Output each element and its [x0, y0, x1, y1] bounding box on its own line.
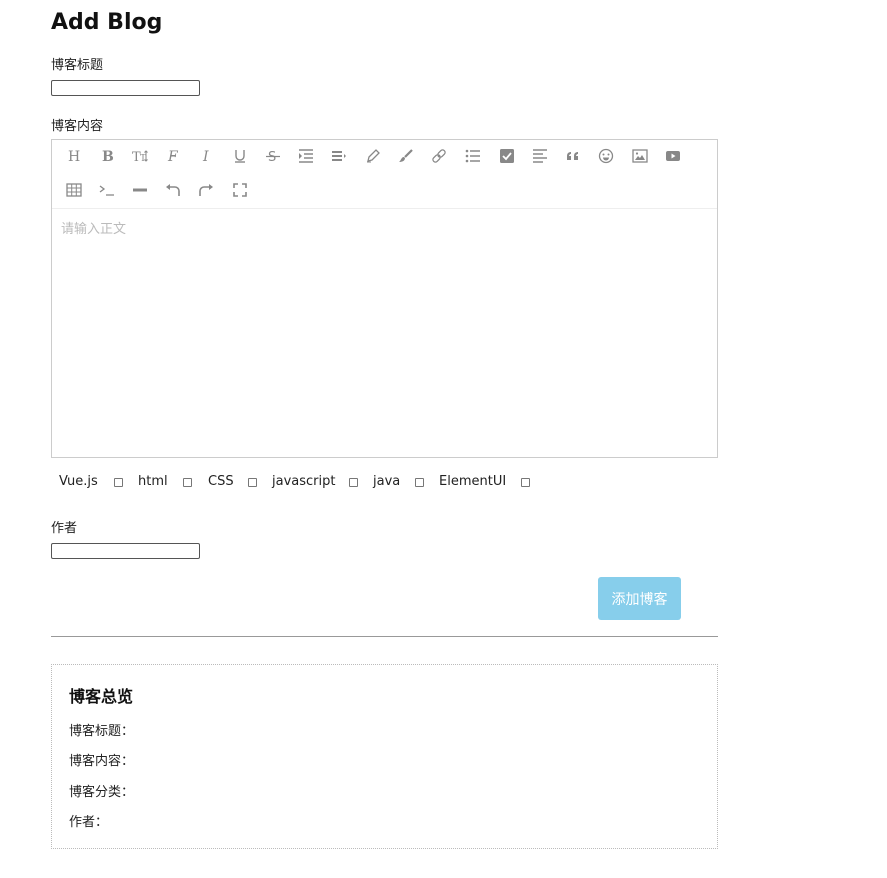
category-label-html: html	[138, 474, 168, 489]
table-icon[interactable]	[60, 177, 88, 203]
category-label-vuejs: Vue.js	[59, 474, 98, 489]
title-input[interactable]	[51, 80, 200, 96]
editor-content-placeholder[interactable]: 请输入正文	[61, 218, 126, 237]
title-label: 博客标题	[51, 58, 104, 73]
category-checkbox-css[interactable]	[248, 478, 257, 487]
category-checkbox-elementui[interactable]	[521, 478, 530, 487]
preview-category-line: 博客分类：	[69, 785, 135, 800]
underline-icon[interactable]	[226, 143, 254, 169]
brush-bg-color-icon[interactable]	[392, 143, 420, 169]
font-size-icon[interactable]: TT	[126, 143, 154, 169]
image-icon[interactable]	[626, 143, 654, 169]
italic-icon[interactable]: I	[192, 143, 220, 169]
category-label-elementui: ElementUI	[439, 474, 507, 489]
heading-icon[interactable]: H	[60, 143, 88, 169]
indent-icon[interactable]	[292, 143, 320, 169]
author-label: 作者	[51, 521, 78, 536]
preview-content-line: 博客内容：	[69, 754, 135, 769]
emoji-icon[interactable]	[592, 143, 620, 169]
svg-text:T: T	[140, 154, 146, 164]
category-label-java: java	[373, 474, 401, 489]
preview-heading: 博客总览	[69, 687, 134, 706]
bold-icon[interactable]: B	[93, 143, 121, 169]
category-checkbox-java[interactable]	[415, 478, 424, 487]
undo-icon[interactable]	[159, 177, 187, 203]
strikethrough-icon[interactable]: S	[259, 143, 287, 169]
pen-color-icon[interactable]	[359, 143, 387, 169]
author-input[interactable]	[51, 543, 200, 559]
category-label-javascript: javascript	[272, 474, 336, 489]
svg-text:I: I	[202, 149, 209, 164]
align-left-icon[interactable]	[526, 143, 554, 169]
fullscreen-icon[interactable]	[226, 177, 254, 203]
editor-toolbar: H B TT F I S	[52, 140, 717, 209]
category-checkbox-javascript[interactable]	[349, 478, 358, 487]
font-family-icon[interactable]: F	[159, 143, 187, 169]
section-divider	[51, 636, 718, 637]
category-checkbox-html[interactable]	[183, 478, 192, 487]
redo-icon[interactable]	[192, 177, 220, 203]
rich-text-editor: H B TT F I S 请输入正文	[51, 139, 718, 458]
blog-preview-panel: 博客总览 博客标题： 博客内容： 博客分类： 作者：	[51, 664, 718, 849]
svg-text:H: H	[68, 149, 80, 164]
link-icon[interactable]	[425, 143, 453, 169]
category-label-css: CSS	[208, 474, 234, 489]
divider-icon[interactable]	[126, 177, 154, 203]
checkbox-todo-icon[interactable]	[493, 143, 521, 169]
preview-title-line: 博客标题：	[69, 724, 135, 739]
video-icon[interactable]	[659, 143, 687, 169]
line-height-icon[interactable]	[325, 143, 353, 169]
preview-author-line: 作者：	[69, 815, 109, 830]
code-icon[interactable]	[93, 177, 121, 203]
add-blog-button[interactable]: 添加博客	[598, 577, 681, 620]
svg-text:B: B	[102, 149, 114, 164]
quote-icon[interactable]	[559, 143, 587, 169]
content-label: 博客内容	[51, 119, 104, 134]
page-title: Add Blog	[51, 10, 163, 35]
bullet-list-icon[interactable]	[459, 143, 487, 169]
category-checkbox-vuejs[interactable]	[114, 478, 123, 487]
